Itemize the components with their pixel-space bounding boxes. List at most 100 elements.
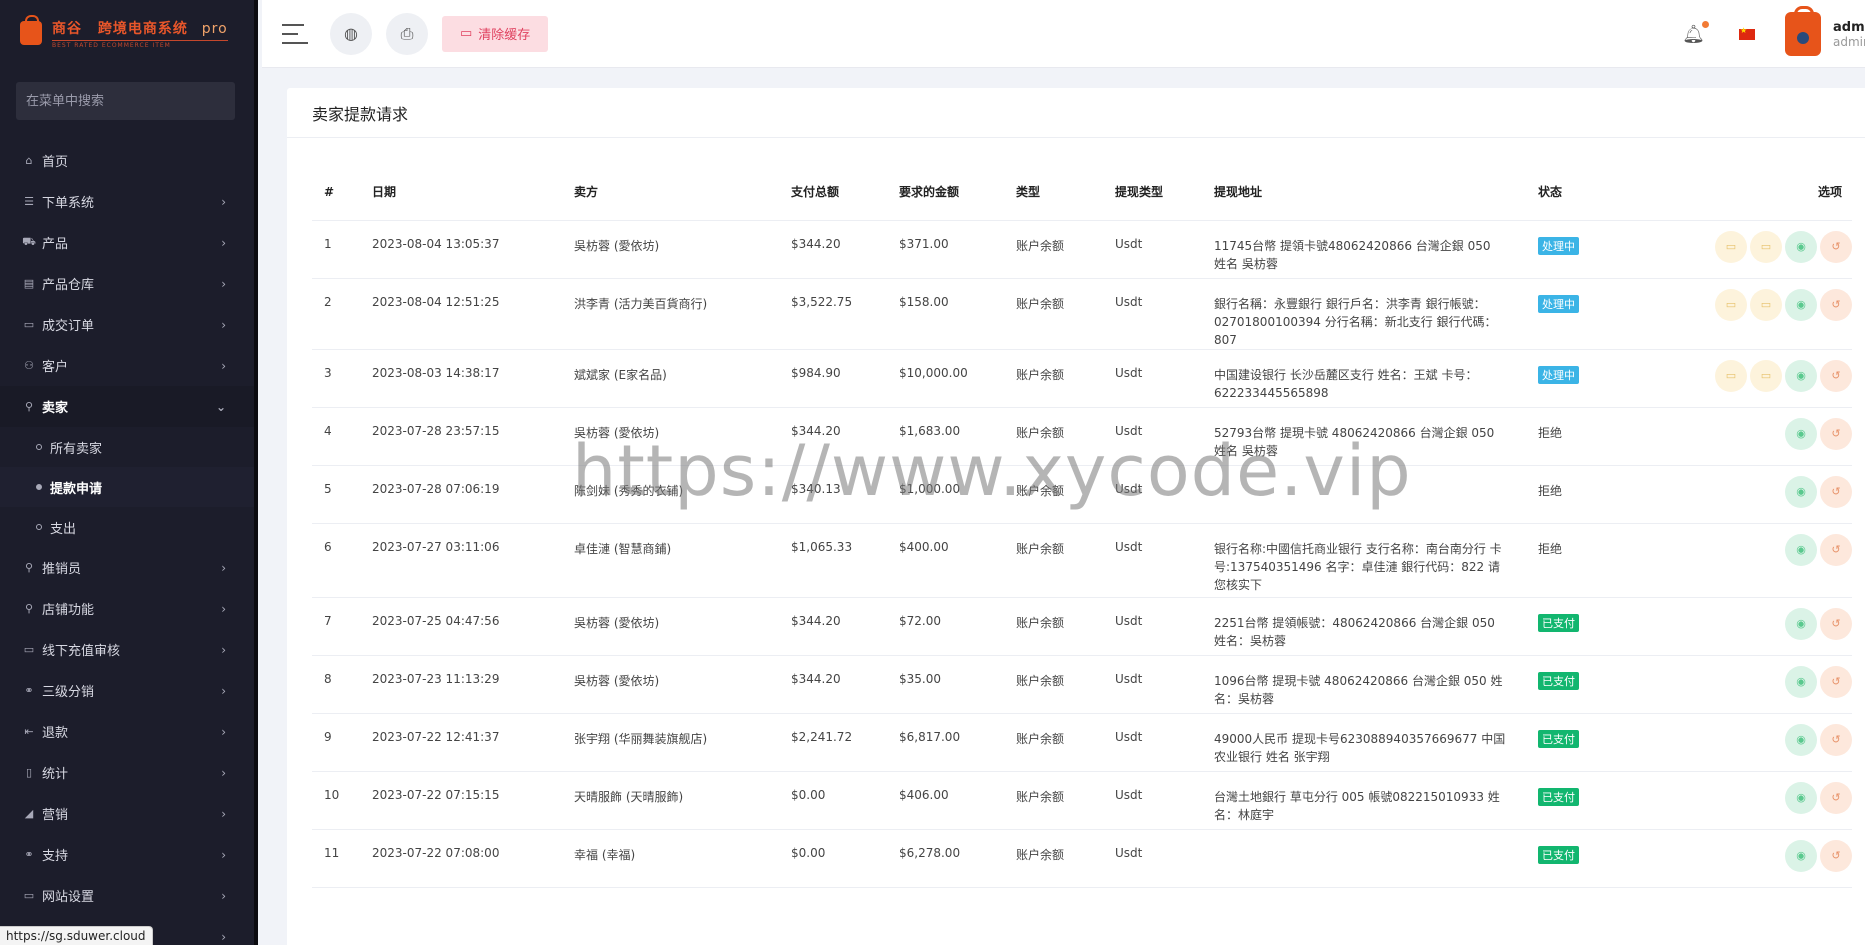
- cell-date: 2023-07-28 07:06:19: [360, 465, 562, 524]
- payment-button[interactable]: ▭: [1715, 288, 1747, 321]
- sidebar-item[interactable]: ⚭ 三级分销 ›: [0, 670, 254, 711]
- eye-button[interactable]: ◉: [1785, 230, 1817, 263]
- sidebar-item[interactable]: ▭ 网站设置 ›: [0, 875, 254, 916]
- eye-button[interactable]: ◉: [1785, 359, 1817, 392]
- sidebar-subitem[interactable]: 提款申请: [0, 467, 254, 507]
- status-badge: 已支付: [1538, 613, 1579, 632]
- sidebar-item[interactable]: ▯ 统计 ›: [0, 752, 254, 793]
- sidebar-item[interactable]: ◢ 营销 ›: [0, 793, 254, 834]
- eye-icon: ◉: [1796, 427, 1806, 440]
- sidebar-item-label: 网站设置: [42, 890, 95, 905]
- cell-amount: $10,000.00: [887, 349, 1004, 408]
- sidebar-subitem[interactable]: 所有卖家: [0, 427, 254, 467]
- printer-icon: ⎙: [400, 23, 414, 43]
- sidebar-item[interactable]: ⇤ 退款 ›: [0, 711, 254, 752]
- user-info[interactable]: admin admin: [1833, 20, 1865, 49]
- table-row: 5 2023-07-28 07:06:19 陈剑妹 (秀秀的衣铺) $340.13 $1…: [312, 465, 1852, 524]
- page-title: 卖家提款请求: [287, 88, 1865, 138]
- status-bar-url: https://sg.sduwer.cloud: [0, 926, 153, 945]
- sidebar-subitem-label: 提款申请: [50, 481, 103, 497]
- sidebar-item[interactable]: ⌂ 首页: [0, 140, 254, 181]
- chevron-right-icon: ›: [221, 642, 226, 657]
- eye-icon: ◉: [1796, 849, 1806, 862]
- history-button[interactable]: ↺: [1820, 417, 1852, 450]
- eye-button[interactable]: ◉: [1785, 475, 1817, 508]
- avatar[interactable]: [1785, 6, 1821, 56]
- globe-button[interactable]: ◍: [330, 12, 372, 55]
- cell-address: 銀行名稱：永豐銀行 銀行戶名：洪李青 銀行帳號：02701800100394 分…: [1202, 278, 1526, 350]
- cell-status: 已支付: [1526, 597, 1646, 656]
- eye-button[interactable]: ◉: [1785, 781, 1817, 814]
- sidebar-item[interactable]: ☰ 下单系统 ›: [0, 181, 254, 222]
- sidebar-item-label: 营销: [42, 808, 69, 823]
- sidebar-item[interactable]: ⚲ 卖家 ⌄: [0, 386, 254, 427]
- eye-button[interactable]: ◉: [1785, 533, 1817, 566]
- history-button[interactable]: ↺: [1820, 475, 1852, 508]
- table-row: 7 2023-07-25 04:47:56 吳枋蓉 (愛依坊) $344.20 $72.…: [312, 597, 1852, 656]
- cell-wtype: Usdt: [1103, 278, 1202, 350]
- clear-cache-button[interactable]: ▭ 清除缓存: [442, 15, 549, 52]
- history-button[interactable]: ↺: [1820, 665, 1852, 698]
- eye-button[interactable]: ◉: [1785, 723, 1817, 756]
- history-button[interactable]: ↺: [1820, 359, 1852, 392]
- cell-type: 账户余额: [1004, 597, 1103, 656]
- card-icon: ▭: [23, 318, 35, 331]
- payment-icon: ▭: [1760, 240, 1772, 253]
- sidebar-item[interactable]: ⚇ 客户 ›: [0, 345, 254, 386]
- history-button[interactable]: ↺: [1820, 288, 1852, 321]
- cell-seller: 吳枋蓉 (愛依坊): [562, 407, 779, 466]
- sidebar-subitem[interactable]: 支出: [0, 507, 254, 547]
- sidebar-item[interactable]: ▭ 线下充值审核 ›: [0, 629, 254, 670]
- topbar: ◍ ⎙ ▭ 清除缓存 🔔︎ admin admin: [262, 0, 1865, 68]
- print-button[interactable]: ⎙: [386, 12, 428, 55]
- cell-options: ◉ ↺: [1646, 597, 1852, 656]
- payment-button[interactable]: ▭: [1715, 230, 1747, 263]
- history-button[interactable]: ↺: [1820, 723, 1852, 756]
- cell-no: 3: [312, 349, 360, 408]
- payment-icon: ▭: [1725, 369, 1737, 382]
- sidebar-item[interactable]: ⛟ 产品 ›: [0, 222, 254, 263]
- eye-button[interactable]: ◉: [1785, 665, 1817, 698]
- column-header: 日期: [360, 164, 562, 221]
- table-row: 8 2023-07-23 11:13:29 吳枋蓉 (愛依坊) $344.20 $35.…: [312, 655, 1852, 714]
- sidebar-item[interactable]: ⚭ 支持 ›: [0, 834, 254, 875]
- cell-options: ▭ ▭ ◉ ↺: [1646, 278, 1852, 350]
- eye-button[interactable]: ◉: [1785, 417, 1817, 450]
- cell-address: 11745台幣 提領卡號48062420866 台灣企銀 050 姓名 吳枋蓉: [1202, 220, 1526, 279]
- link-icon: ⚭: [24, 684, 34, 697]
- users-icon: ⚇: [24, 359, 34, 372]
- sidebar-item-label: 成交订单: [42, 319, 95, 334]
- eye-button[interactable]: ◉: [1785, 839, 1817, 872]
- sidebar-item-label: 支持: [42, 849, 69, 864]
- sidebar-item[interactable]: ▤ 产品仓库 ›: [0, 263, 254, 304]
- sidebar-item-label: 产品: [42, 237, 69, 252]
- cell-options: ◉ ↺: [1646, 655, 1852, 714]
- notification-bell-icon[interactable]: 🔔︎: [1682, 20, 1709, 45]
- history-button[interactable]: ↺: [1820, 781, 1852, 814]
- payment-button[interactable]: ▭: [1750, 230, 1782, 263]
- history-button[interactable]: ↺: [1820, 607, 1852, 640]
- sidebar-item[interactable]: ⚲ 推销员 ›: [0, 547, 254, 588]
- chevron-right-icon: ›: [221, 560, 226, 575]
- payment-button[interactable]: ▭: [1750, 359, 1782, 392]
- cell-seller: 卓佳漣 (智慧商鋪): [562, 523, 779, 598]
- cell-wtype: Usdt: [1103, 523, 1202, 598]
- menu-toggle-icon[interactable]: [282, 23, 308, 44]
- status-badge: 处理中: [1538, 294, 1579, 313]
- cell-options: ◉ ↺: [1646, 465, 1852, 524]
- payment-button[interactable]: ▭: [1715, 359, 1747, 392]
- history-button[interactable]: ↺: [1820, 839, 1852, 872]
- menu-search-input[interactable]: [16, 82, 235, 120]
- sidebar-item[interactable]: ▭ 成交订单 ›: [0, 304, 254, 345]
- language-flag-icon[interactable]: [1739, 26, 1755, 40]
- cell-status: 处理中: [1526, 220, 1646, 279]
- history-button[interactable]: ↺: [1820, 230, 1852, 263]
- history-button[interactable]: ↺: [1820, 533, 1852, 566]
- eye-button[interactable]: ◉: [1785, 607, 1817, 640]
- brand-logo[interactable]: 商谷 跨境电商系统 pro BEST RATED ECOMMERCE ITEM: [0, 0, 254, 66]
- history-icon: ↺: [1831, 791, 1841, 804]
- sidebar-item[interactable]: ⚲ 店铺功能 ›: [0, 588, 254, 629]
- eye-button[interactable]: ◉: [1785, 288, 1817, 321]
- chevron-right-icon: ›: [221, 601, 226, 616]
- payment-button[interactable]: ▭: [1750, 288, 1782, 321]
